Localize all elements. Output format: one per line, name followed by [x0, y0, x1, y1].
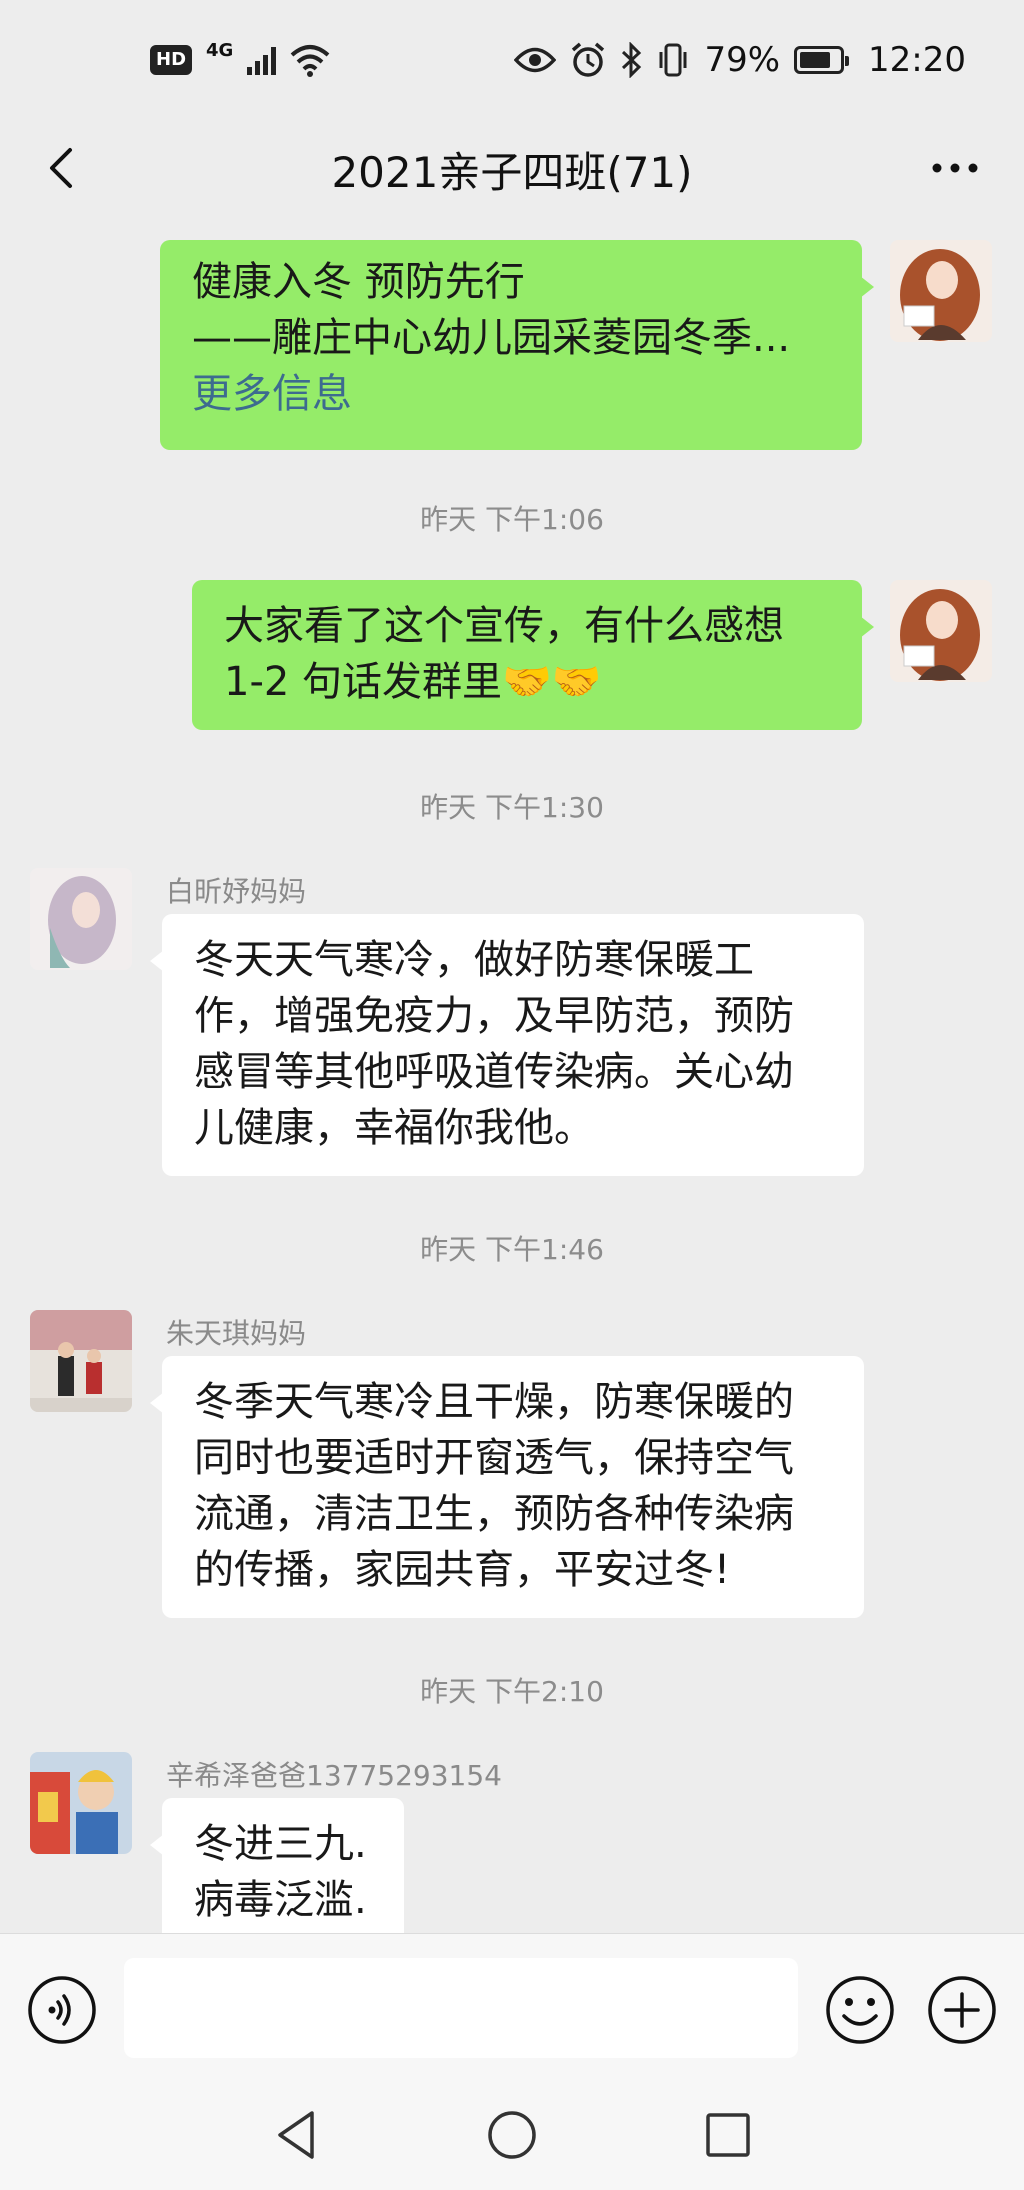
message-bubble[interactable]: 冬天天气寒冷，做好防寒保暖工 作，增强免疫力，及早防范，预防 感冒等其他呼吸道传…: [150, 914, 864, 1176]
message-bubble-link-card[interactable]: 健康入冬 预防先行 ——雕庄中心幼儿园采菱园冬季... 更多信息: [160, 240, 874, 450]
message-list[interactable]: 健康入冬 预防先行 ——雕庄中心幼儿园采菱园冬季... 更多信息 昨天 下午1:…: [0, 218, 1024, 1933]
message-bubble[interactable]: 冬进三九. 病毒泛滥.: [150, 1798, 404, 1933]
message-text-line: 儿健康，幸福你我他。: [194, 1105, 594, 1151]
message-bubble[interactable]: 大家看了这个宣传，有什么感想 1-2 句话发群里🤝🤝: [192, 580, 874, 730]
status-left: HD 4G: [150, 39, 330, 77]
status-right: 79% 12:20: [514, 40, 966, 80]
battery-icon: [794, 46, 850, 74]
message-text-line: 流通，清洁卫生，预防各种传染病: [194, 1491, 794, 1537]
message-timestamp: 昨天 下午1:46: [420, 1233, 604, 1266]
avatar-sender[interactable]: [30, 868, 132, 970]
more-dots-icon[interactable]: [920, 138, 990, 198]
voice-icon[interactable]: [26, 1974, 98, 2046]
message-text-line: 冬进三九.: [194, 1821, 367, 1867]
message-timestamp: 昨天 下午2:10: [420, 1675, 604, 1708]
avatar-self[interactable]: [890, 240, 992, 342]
bluetooth-icon: [622, 42, 642, 78]
chevron-left-icon[interactable]: [34, 138, 94, 198]
nav-back-icon[interactable]: [266, 2103, 330, 2167]
avatar-self[interactable]: [890, 580, 992, 682]
clock: 12:20: [868, 40, 966, 80]
vibrate-icon: [659, 43, 687, 77]
more-info-link[interactable]: 更多信息: [192, 366, 830, 422]
message-text-line: 冬天天气寒冷，做好防寒保暖工: [194, 937, 754, 983]
battery-percent: 79%: [704, 40, 781, 80]
message-text-line: 的传播，家园共育，平安过冬!: [194, 1547, 731, 1593]
message-text-line: 同时也要适时开窗透气，保持空气: [194, 1435, 794, 1481]
battery-level: [800, 52, 831, 68]
plus-icon[interactable]: [926, 1974, 998, 2046]
avatar-sender[interactable]: [30, 1752, 132, 1854]
message-timestamp: 昨天 下午1:06: [420, 503, 604, 536]
message-text-line: 病毒泛滥.: [194, 1877, 367, 1923]
input-bar: [0, 1933, 1024, 2083]
status-bar: HD 4G 79% 12:20: [0, 0, 1024, 120]
message-text-line: 作，增强免疫力，及早防范，预防: [194, 993, 794, 1039]
nav-recent-icon[interactable]: [696, 2103, 760, 2167]
chat-header: 2021亲子四班(71): [0, 120, 1024, 218]
hd-icon: HD: [150, 45, 193, 75]
message-text-line: 1-2 句话发群里🤝🤝: [224, 659, 602, 705]
sender-name: 朱天琪妈妈: [166, 1317, 307, 1350]
sender-name: 白昕妤妈妈: [166, 875, 307, 908]
alarm-icon: [572, 42, 605, 77]
message-timestamp: 昨天 下午1:30: [420, 791, 604, 824]
message-bubble[interactable]: 冬季天气寒冷且干燥，防寒保暖的 同时也要适时开窗透气，保持空气 流通，清洁卫生，…: [150, 1356, 864, 1618]
message-text-line: 感冒等其他呼吸道传染病。关心幼: [194, 1049, 794, 1095]
message-input[interactable]: [124, 1958, 798, 2058]
wifi-icon: [291, 45, 330, 77]
message-text-line: 冬季天气寒冷且干燥，防寒保暖的: [194, 1379, 794, 1425]
sender-name: 辛希泽爸爸13775293154: [166, 1759, 502, 1792]
signal-icon: [247, 45, 277, 75]
eye-icon: [514, 47, 557, 73]
page-title: 2021亲子四班(71): [331, 147, 693, 197]
network-type: 4G: [206, 39, 234, 61]
message-text-line: 大家看了这个宣传，有什么感想: [224, 603, 784, 649]
message-text-line: 健康入冬 预防先行: [192, 259, 525, 305]
emoji-icon[interactable]: [824, 1974, 896, 2046]
system-nav-bar: [0, 2083, 1024, 2190]
nav-home-icon[interactable]: [480, 2103, 544, 2167]
message-text-line: ——雕庄中心幼儿园采菱园冬季...: [192, 315, 791, 361]
avatar-sender[interactable]: [30, 1310, 132, 1412]
